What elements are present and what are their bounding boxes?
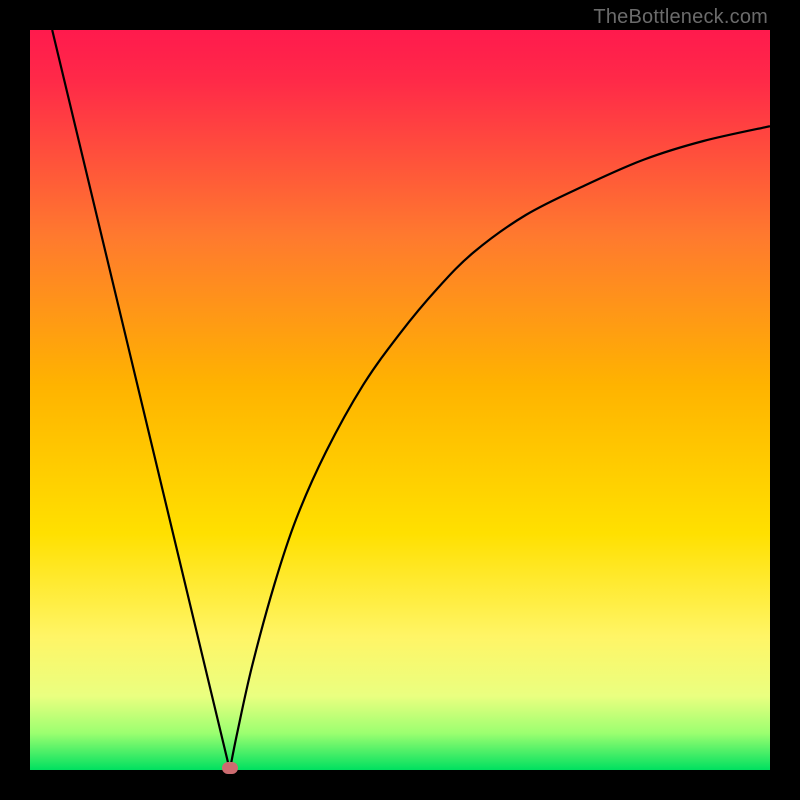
- watermark-text: TheBottleneck.com: [593, 6, 768, 29]
- chart-frame: [30, 30, 770, 770]
- bottleneck-chart: [30, 30, 770, 770]
- minimum-marker: [222, 762, 238, 774]
